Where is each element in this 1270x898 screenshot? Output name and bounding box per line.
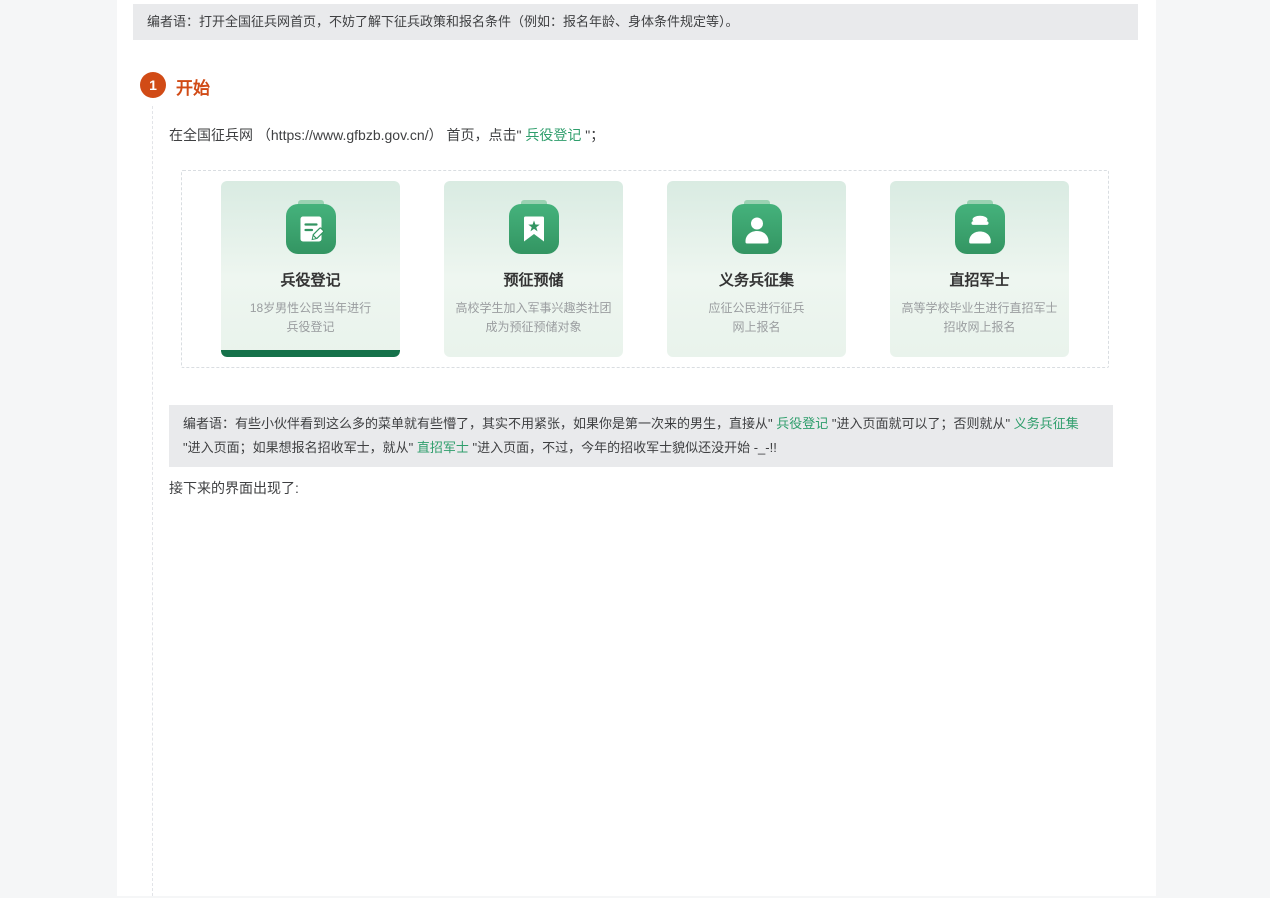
closing-paragraph: 接下来的界面出现了: [169, 478, 299, 498]
officer-cap-icon [955, 204, 1005, 254]
link-yiwubing-zhengji[interactable]: 义务兵征集 [1014, 416, 1079, 431]
timeline-dashed-line [152, 106, 153, 896]
active-indicator-bar [221, 350, 400, 357]
step-number: 1 [149, 77, 157, 93]
card-yuzheng-yuchu[interactable]: 预征预储 高校学生加入军事兴趣类社团 成为预征预储对象 [444, 181, 623, 357]
intro-paragraph: 在全国征兵网 （https://www.gfbzb.gov.cn/） 首页，点击… [169, 125, 604, 145]
intro-text-before: 在全国征兵网 （https://www.gfbzb.gov.cn/） 首页，点击… [169, 127, 525, 143]
card-description: 高等学校毕业生进行直招军士 招收网上报名 [890, 299, 1069, 337]
page-background: 编者语：打开全国征兵网首页，不妨了解下征兵政策和报名条件（例如：报名年龄、身体条… [0, 0, 1270, 898]
card-zhizhao-junshi[interactable]: 直招军士 高等学校毕业生进行直招军士 招收网上报名 [890, 181, 1069, 357]
card-title: 义务兵征集 [667, 269, 846, 290]
card-title: 直招军士 [890, 269, 1069, 290]
card-description: 应征公民进行征兵 网上报名 [667, 299, 846, 337]
clipboard-pencil-icon [286, 204, 336, 254]
card-bingyi-dengji[interactable]: 兵役登记 18岁男性公民当年进行 兵役登记 [221, 181, 400, 357]
editor-note-top-text: 编者语：打开全国征兵网首页，不妨了解下征兵政策和报名条件（例如：报名年龄、身体条… [147, 14, 739, 29]
card-description: 高校学生加入军事兴趣类社团 成为预征预储对象 [444, 299, 623, 337]
card-yiwubing-zhengji[interactable]: 义务兵征集 应征公民进行征兵 网上报名 [667, 181, 846, 357]
note2-text: "进入页面，不过，今年的招收军士貌似还没开始 -_-!! [469, 440, 777, 455]
note2-text: 编者语：有些小伙伴看到这么多的菜单就有些懵了，其实不用紧张，如果你是第一次来的男… [183, 416, 776, 431]
card-title: 兵役登记 [221, 269, 400, 290]
editor-note-top: 编者语：打开全国征兵网首页，不妨了解下征兵政策和报名条件（例如：报名年龄、身体条… [133, 4, 1138, 40]
link-zhizhao-junshi[interactable]: 直招军士 [417, 440, 469, 455]
editor-note-2: 编者语：有些小伙伴看到这么多的菜单就有些懵了，其实不用紧张，如果你是第一次来的男… [169, 405, 1113, 467]
step-title: 开始 [176, 74, 210, 99]
card-description: 18岁男性公民当年进行 兵役登记 [221, 299, 400, 337]
note2-text: "进入页面就可以了；否则就从" [828, 416, 1013, 431]
bookmark-star-icon [509, 204, 559, 254]
link-bingyi-dengji[interactable]: 兵役登记 [525, 127, 581, 143]
menu-cards-panel: 兵役登记 18岁男性公民当年进行 兵役登记 预征预储 高校学生加入军 [181, 170, 1109, 368]
intro-text-after: "； [581, 127, 604, 143]
card-title: 预征预储 [444, 269, 623, 290]
link-bingyi-dengji-2[interactable]: 兵役登记 [776, 416, 828, 431]
step-number-badge: 1 [140, 72, 166, 98]
article-content: 编者语：打开全国征兵网首页，不妨了解下征兵政策和报名条件（例如：报名年龄、身体条… [117, 0, 1156, 896]
person-icon [732, 204, 782, 254]
note2-text: "进入页面；如果想报名招收军士，就从" [183, 440, 417, 455]
